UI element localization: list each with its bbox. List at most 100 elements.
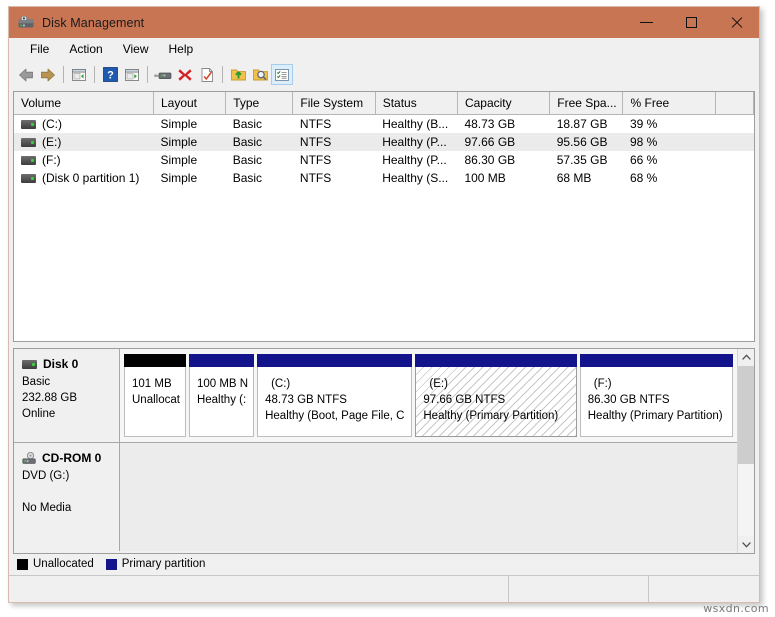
menu-item-help[interactable]: Help — [160, 40, 203, 59]
partition-body: (F:) 86.30 GB NTFS Healthy (Primary Part… — [579, 367, 733, 437]
status-panel-main — [9, 576, 509, 602]
partition-size: 101 MB — [132, 378, 172, 390]
up-one-level-button[interactable] — [68, 64, 90, 85]
cell-spare — [715, 169, 753, 187]
cell-filesystem: NTFS — [299, 117, 332, 131]
cell-status: Healthy (B... — [382, 117, 449, 131]
menu-item-file[interactable]: File — [21, 40, 58, 59]
export-list-button[interactable] — [227, 64, 249, 85]
column-header-volume[interactable]: Volume — [14, 92, 154, 115]
partition-system-reserved[interactable]: 100 MB N Healthy (: — [188, 354, 255, 437]
disk-pane-scrollbar[interactable] — [737, 349, 754, 553]
cell-layout: Simple — [160, 117, 198, 131]
window-title: Disk Management — [42, 15, 145, 30]
table-row[interactable]: (Disk 0 partition 1) Simple Basic NTFS H… — [14, 169, 754, 187]
maximize-icon — [686, 17, 697, 28]
forward-arrow-icon — [41, 68, 55, 81]
disk-info-disk-0[interactable]: Disk 0 Basic 232.88 GB Online — [14, 349, 120, 442]
cell-volume: (F:) — [14, 151, 153, 169]
partition-size: 100 MB N — [196, 378, 249, 390]
cell-capacity: 100 MB — [464, 171, 506, 185]
partition-size: 48.73 GB NTFS — [265, 394, 347, 406]
partition-label: (E:) — [429, 378, 448, 390]
cdrom-icon — [22, 451, 38, 464]
partition-body: (E:) 97.66 GB NTFS Healthy (Primary Part… — [415, 367, 577, 437]
delete-button[interactable] — [174, 64, 196, 85]
drive-icon — [22, 359, 37, 369]
partition-c[interactable]: (C:) 48.73 GB NTFS Healthy (Boot, Page F… — [257, 354, 413, 437]
cell-spare — [715, 133, 754, 151]
legend-item-unallocated: Unallocated — [17, 558, 94, 570]
menu-item-action[interactable]: Action — [60, 40, 111, 59]
chevron-down-icon[interactable] — [738, 536, 754, 553]
window-controls — [624, 7, 759, 38]
disk-info-cdrom-0[interactable]: CD-ROM 0 DVD (G:) No Media — [14, 443, 120, 551]
legend: Unallocated Primary partition — [13, 554, 755, 574]
cell-capacity: 86.30 GB — [464, 153, 516, 167]
cell-volume-label: (F:) — [42, 153, 61, 167]
toolbar-separator — [147, 66, 148, 83]
title-bar: Disk Management — [9, 7, 759, 38]
column-header-spare[interactable] — [715, 92, 754, 115]
drive-icon — [21, 119, 36, 129]
minimize-button[interactable] — [624, 7, 669, 38]
partition-bar — [188, 354, 255, 367]
cell-status: Healthy (P... — [375, 133, 458, 151]
scrollbar-track[interactable] — [738, 366, 754, 536]
cell-volume: (Disk 0 partition 1) — [14, 169, 153, 187]
partition-e[interactable]: (E:) 97.66 GB NTFS Healthy (Primary Part… — [415, 354, 577, 437]
help-button[interactable]: ? — [99, 64, 121, 85]
show-console-tree-button[interactable] — [121, 64, 143, 85]
table-row[interactable]: (F:) Simple Basic NTFS Healthy (P... 86.… — [14, 151, 754, 169]
drive-icon — [21, 173, 36, 183]
scrollbar-thumb[interactable] — [738, 366, 754, 464]
column-header-status[interactable]: Status — [375, 92, 458, 115]
search-button[interactable] — [249, 64, 271, 85]
column-header-layout[interactable]: Layout — [153, 92, 227, 115]
column-header-filesystem[interactable]: File System — [292, 92, 376, 115]
cell-volume-label: (Disk 0 partition 1) — [42, 171, 140, 185]
partition-unallocated[interactable]: 101 MB Unallocat — [124, 354, 186, 437]
chevron-up-icon[interactable] — [738, 349, 754, 366]
close-button[interactable] — [714, 7, 759, 38]
main-content: Volume Layout Type File System Status Ca… — [9, 87, 759, 574]
disk-title: Disk 0 — [22, 356, 111, 372]
partition-body: (C:) 48.73 GB NTFS Healthy (Boot, Page F… — [257, 367, 413, 437]
search-icon — [252, 69, 268, 81]
help-icon: ? — [102, 67, 118, 82]
cell-type: Basic — [232, 153, 263, 167]
column-header-freespace[interactable]: Free Spa... — [549, 92, 624, 115]
partition-body: 100 MB N Healthy (: — [188, 367, 255, 437]
cell-percentfree: 68 % — [629, 171, 658, 185]
rescan-disks-button[interactable] — [152, 64, 174, 85]
back-button[interactable] — [15, 64, 37, 85]
partition-label: (C:) — [271, 378, 291, 390]
disk-management-screenshot: Disk Management File Action View Help ? … — [0, 0, 775, 617]
cell-spare — [715, 115, 753, 134]
disk-graphical-pane: Disk 0 Basic 232.88 GB Online 101 MB Una… — [13, 348, 755, 554]
cell-volume: (C:) — [14, 115, 153, 134]
show-details-pane-button[interactable] — [271, 64, 293, 85]
table-row[interactable]: (C:) Simple Basic NTFS Healthy (B... 48.… — [14, 115, 754, 134]
partition-bar — [579, 354, 733, 367]
partition-bar — [415, 354, 577, 367]
partition-label: (F:) — [593, 378, 612, 390]
forward-button[interactable] — [37, 64, 59, 85]
column-header-type[interactable]: Type — [225, 92, 294, 115]
menu-item-view[interactable]: View — [114, 40, 158, 59]
menu-bar: File Action View Help — [9, 38, 759, 62]
status-panel-mid — [509, 576, 649, 602]
column-header-capacity[interactable]: Capacity — [457, 92, 551, 115]
volume-list-pane[interactable]: Volume Layout Type File System Status Ca… — [13, 91, 755, 342]
table-row[interactable]: (E:) Simple Basic NTFS Healthy (P... 97.… — [14, 133, 754, 151]
cell-status: Healthy (P... — [382, 153, 447, 167]
cell-type: Basic — [232, 171, 263, 185]
properties-button[interactable] — [196, 64, 218, 85]
maximize-button[interactable] — [669, 7, 714, 38]
column-header-percentfree[interactable]: % Free — [622, 92, 716, 115]
cell-spare — [715, 151, 753, 169]
cell-layout: Simple — [160, 171, 198, 185]
export-list-icon — [230, 69, 246, 81]
cell-freespace: 95.56 GB — [549, 133, 623, 151]
partition-f[interactable]: (F:) 86.30 GB NTFS Healthy (Primary Part… — [579, 354, 733, 437]
